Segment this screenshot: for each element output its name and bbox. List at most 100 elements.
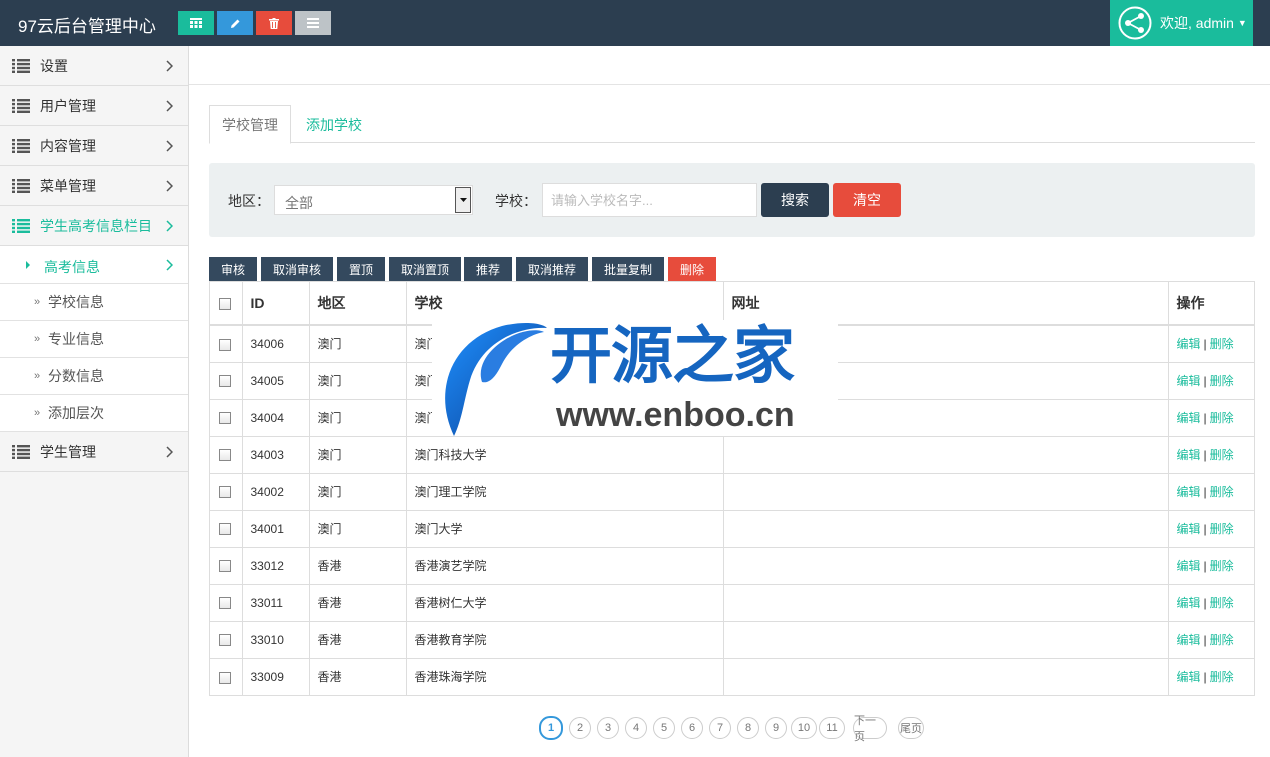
delete-link[interactable]: 删除 (1210, 670, 1234, 684)
edit-link[interactable]: 编辑 (1177, 337, 1201, 351)
edit-link[interactable]: 编辑 (1177, 670, 1201, 684)
unrecommend-button[interactable]: 取消推荐 (516, 257, 588, 281)
row-checkbox[interactable] (219, 671, 231, 684)
cell-region: 澳门 (309, 362, 407, 399)
search-button[interactable]: 搜索 (761, 183, 829, 217)
page-button-10[interactable]: 10 (791, 717, 817, 739)
list-button[interactable] (295, 11, 331, 35)
row-checkbox[interactable] (219, 412, 231, 425)
cell-id: 33012 (242, 547, 310, 584)
sidebar-item-gaokao[interactable]: 学生高考信息栏目 (0, 206, 188, 246)
edit-link[interactable]: 编辑 (1177, 374, 1201, 388)
row-checkbox[interactable] (219, 338, 231, 351)
sidebar-subitem-label: 分数信息 (48, 368, 104, 384)
row-checkbox[interactable] (219, 486, 231, 499)
delete-link[interactable]: 删除 (1210, 485, 1234, 499)
column-header-region: 地区 (309, 282, 407, 325)
chevron-right-icon (166, 259, 173, 271)
approve-button[interactable]: 审核 (209, 257, 257, 281)
delete-link[interactable]: 删除 (1210, 448, 1234, 462)
page-button-3[interactable]: 3 (597, 717, 619, 739)
row-checkbox[interactable] (219, 449, 231, 462)
page-button-9[interactable]: 9 (765, 717, 787, 739)
delete-link[interactable]: 删除 (1210, 374, 1234, 388)
edit-link[interactable]: 编辑 (1177, 411, 1201, 425)
delete-link[interactable]: 删除 (1210, 411, 1234, 425)
row-checkbox[interactable] (219, 634, 231, 647)
row-select-cell (210, 473, 243, 510)
edit-link[interactable]: 编辑 (1177, 559, 1201, 573)
page-button-8[interactable]: 8 (737, 717, 759, 739)
tab-school-management[interactable]: 学校管理 (209, 105, 291, 144)
table-header-row: ID 地区 学校 网址 操作 (210, 282, 1254, 325)
edit-link[interactable]: 编辑 (1177, 633, 1201, 647)
sidebar-item-settings[interactable]: 设置 (0, 46, 188, 86)
sidebar-item-users[interactable]: 用户管理 (0, 86, 188, 126)
select-all-checkbox[interactable] (219, 298, 231, 311)
sidebar-subitem-schools[interactable]: » 学校信息 (0, 284, 188, 321)
edit-link[interactable]: 编辑 (1177, 522, 1201, 536)
delete-button[interactable] (256, 11, 292, 35)
page-button-11[interactable]: 11 (819, 717, 845, 739)
region-select[interactable]: 全部 (274, 185, 473, 215)
sidebar-subitem-scores[interactable]: » 分数信息 (0, 358, 188, 395)
share-icon (1118, 6, 1152, 40)
user-menu[interactable]: 欢迎, admin ▼ (1110, 0, 1253, 46)
sidebar-subitem-levels[interactable]: » 添加层次 (0, 395, 188, 432)
cell-ops: 编辑 | 删除 (1168, 436, 1254, 473)
edit-button[interactable] (217, 11, 253, 35)
edit-link[interactable]: 编辑 (1177, 596, 1201, 610)
batch-copy-button[interactable]: 批量复制 (592, 257, 664, 281)
cell-ops: 编辑 | 删除 (1168, 362, 1254, 399)
table-row: 33009 香港 香港珠海学院 编辑 | 删除 (210, 658, 1254, 695)
cell-id: 33010 (242, 621, 310, 658)
cell-id: 34003 (242, 436, 310, 473)
row-checkbox[interactable] (219, 523, 231, 536)
sidebar-item-content[interactable]: 内容管理 (0, 126, 188, 166)
row-checkbox[interactable] (219, 375, 231, 388)
dropdown-arrow-icon[interactable] (455, 187, 471, 213)
delete-link[interactable]: 删除 (1210, 337, 1234, 351)
chevron-right-icon (166, 140, 173, 152)
next-page-button[interactable]: 下一页 (853, 715, 887, 743)
edit-link[interactable]: 编辑 (1177, 448, 1201, 462)
list-icon (12, 99, 30, 113)
cell-ops: 编辑 | 删除 (1168, 325, 1254, 362)
school-search-input[interactable] (542, 183, 757, 217)
sidebar-item-menus[interactable]: 菜单管理 (0, 166, 188, 206)
sidebar-subitem-gaokao-info[interactable]: 高考信息 (0, 246, 188, 284)
page-button-1[interactable]: 1 (539, 716, 563, 740)
unpin-button[interactable]: 取消置顶 (389, 257, 461, 281)
page-button-6[interactable]: 6 (681, 717, 703, 739)
row-select-cell (210, 658, 243, 695)
cell-url (723, 436, 1169, 473)
cell-url (723, 547, 1169, 584)
chevron-right-icon (166, 180, 173, 192)
page-button-5[interactable]: 5 (653, 717, 675, 739)
separator: | (1203, 633, 1207, 647)
page-button-2[interactable]: 2 (569, 717, 591, 739)
table-row: 34001 澳门 澳门大学 编辑 | 删除 (210, 510, 1254, 547)
pin-button[interactable]: 置顶 (337, 257, 385, 281)
recommend-button[interactable]: 推荐 (464, 257, 512, 281)
page-button-7[interactable]: 7 (709, 717, 731, 739)
table-row: 34003 澳门 澳门科技大学 编辑 | 删除 (210, 436, 1254, 473)
row-checkbox[interactable] (219, 560, 231, 573)
tab-add-school[interactable]: 添加学校 (293, 105, 375, 144)
last-page-button[interactable]: 尾页 (898, 717, 924, 739)
delete-link[interactable]: 删除 (1210, 633, 1234, 647)
clear-button[interactable]: 清空 (833, 183, 901, 217)
bulk-delete-button[interactable]: 删除 (668, 257, 716, 281)
filter-panel: 地区： 全部 学校： 搜索 清空 (209, 163, 1255, 237)
watermark-site: www.enboo.cn (556, 396, 795, 434)
unapprove-button[interactable]: 取消审核 (261, 257, 333, 281)
sidebar-subitem-majors[interactable]: » 专业信息 (0, 321, 188, 358)
delete-link[interactable]: 删除 (1210, 596, 1234, 610)
row-checkbox[interactable] (219, 597, 231, 610)
page-button-4[interactable]: 4 (625, 717, 647, 739)
sidebar-item-students[interactable]: 学生管理 (0, 432, 188, 472)
delete-link[interactable]: 删除 (1210, 559, 1234, 573)
delete-link[interactable]: 删除 (1210, 522, 1234, 536)
edit-link[interactable]: 编辑 (1177, 485, 1201, 499)
table-button[interactable] (178, 11, 214, 35)
